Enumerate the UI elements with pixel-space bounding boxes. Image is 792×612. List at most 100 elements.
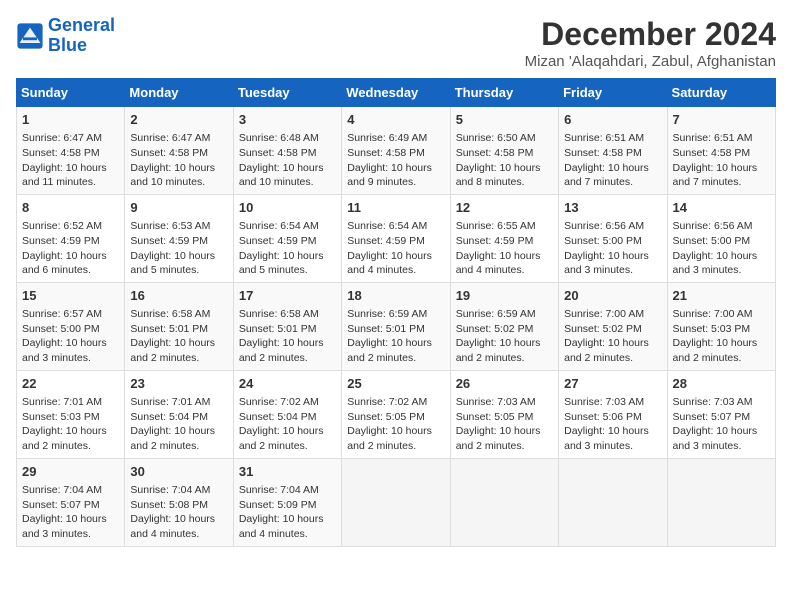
logo-text: General Blue [48,16,115,56]
day-content: Sunrise: 6:47 AMSunset: 4:58 PMDaylight:… [130,131,227,190]
calendar-title: December 2024 [525,16,776,53]
calendar-day-30: 30Sunrise: 7:04 AMSunset: 5:08 PMDayligh… [125,458,233,546]
calendar-day-5: 5 Sunrise: 6:50 AMSunset: 4:58 PMDaylight… [450,107,558,195]
day-number: 2 [130,111,227,129]
day-number: 12 [456,199,553,217]
calendar-day-12: 12Sunrise: 6:55 AMSunset: 4:59 PMDayligh… [450,194,558,282]
day-number: 5 [456,111,553,129]
calendar-day-3: 3 Sunrise: 6:48 AMSunset: 4:58 PMDaylight… [233,107,341,195]
calendar-day-2: 2 Sunrise: 6:47 AMSunset: 4:58 PMDaylight… [125,107,233,195]
weekday-header-monday: Monday [125,79,233,107]
day-content: Sunrise: 6:57 AMSunset: 5:00 PMDaylight:… [22,307,119,366]
day-content: Sunrise: 6:54 AMSunset: 4:59 PMDaylight:… [239,219,336,278]
calendar-day-25: 25 Sunrise: 7:02 AMSunset: 5:05 PMDayligh… [342,370,450,458]
title-block: December 2024 Mizan 'Alaqahdari, Zabul, … [525,16,776,70]
calendar-week-1: 1 Sunrise: 6:47 AMSunset: 4:58 PMDaylight… [17,107,776,195]
calendar-day-14: 14 Sunrise: 6:56 AMSunset: 5:00 PMDayligh… [667,194,775,282]
day-number: 31 [239,463,336,481]
day-content: Sunrise: 7:03 AMSunset: 5:05 PMDaylight:… [456,395,553,454]
empty-cell [342,458,450,546]
day-number: 11 [347,199,444,217]
calendar-day-18: 18 Sunrise: 6:59 AMSunset: 5:01 PMDayligh… [342,282,450,370]
day-content: Sunrise: 6:54 AMSunset: 4:59 PMDaylight:… [347,219,444,278]
day-number: 21 [673,287,770,305]
day-content: Sunrise: 6:53 AMSunset: 4:59 PMDaylight:… [130,219,227,278]
day-number: 19 [456,287,553,305]
day-number: 29 [22,463,119,481]
day-content: Sunrise: 7:01 AMSunset: 5:04 PMDaylight:… [130,395,227,454]
day-number: 28 [673,375,770,393]
day-content: Sunrise: 7:01 AMSunset: 5:03 PMDaylight:… [22,395,119,454]
empty-cell [559,458,667,546]
logo-icon [16,22,44,50]
day-content: Sunrise: 6:51 AMSunset: 4:58 PMDaylight:… [673,131,770,190]
weekday-header-row: SundayMondayTuesdayWednesdayThursdayFrid… [17,79,776,107]
day-number: 13 [564,199,661,217]
day-content: Sunrise: 6:58 AMSunset: 5:01 PMDaylight:… [239,307,336,366]
calendar-day-4: 4 Sunrise: 6:49 AMSunset: 4:58 PMDaylight… [342,107,450,195]
calendar-day-7: 7 Sunrise: 6:51 AMSunset: 4:58 PMDaylight… [667,107,775,195]
day-number: 20 [564,287,661,305]
calendar-day-17: 17 Sunrise: 6:58 AMSunset: 5:01 PMDayligh… [233,282,341,370]
calendar-day-1: 1Sunrise: 6:47 AMSunset: 4:58 PMDaylight… [17,107,125,195]
day-content: Sunrise: 7:03 AMSunset: 5:07 PMDaylight:… [673,395,770,454]
day-number: 26 [456,375,553,393]
calendar-day-24: 24Sunrise: 7:02 AMSunset: 5:04 PMDayligh… [233,370,341,458]
calendar-day-9: 9 Sunrise: 6:53 AMSunset: 4:59 PMDaylight… [125,194,233,282]
calendar-day-15: 15 Sunrise: 6:57 AMSunset: 5:00 PMDayligh… [17,282,125,370]
day-number: 8 [22,199,119,217]
day-number: 7 [673,111,770,129]
day-content: Sunrise: 6:58 AMSunset: 5:01 PMDaylight:… [130,307,227,366]
calendar-day-13: 13 Sunrise: 6:56 AMSunset: 5:00 PMDayligh… [559,194,667,282]
day-number: 14 [673,199,770,217]
weekday-header-sunday: Sunday [17,79,125,107]
weekday-header-thursday: Thursday [450,79,558,107]
day-content: Sunrise: 6:48 AMSunset: 4:58 PMDaylight:… [239,131,336,190]
day-number: 25 [347,375,444,393]
calendar-day-20: 20 Sunrise: 7:00 AMSunset: 5:02 PMDayligh… [559,282,667,370]
day-content: Sunrise: 6:52 AMSunset: 4:59 PMDaylight:… [22,219,119,278]
page-header: General Blue December 2024 Mizan 'Alaqah… [16,16,776,70]
day-content: Sunrise: 7:04 AMSunset: 5:07 PMDaylight:… [22,483,119,542]
day-content: Sunrise: 6:49 AMSunset: 4:58 PMDaylight:… [347,131,444,190]
day-number: 3 [239,111,336,129]
day-content: Sunrise: 7:00 AMSunset: 5:03 PMDaylight:… [673,307,770,366]
day-content: Sunrise: 6:59 AMSunset: 5:02 PMDaylight:… [456,307,553,366]
day-number: 27 [564,375,661,393]
day-content: Sunrise: 7:03 AMSunset: 5:06 PMDaylight:… [564,395,661,454]
calendar-week-4: 22 Sunrise: 7:01 AMSunset: 5:03 PMDayligh… [17,370,776,458]
calendar-day-16: 16Sunrise: 6:58 AMSunset: 5:01 PMDayligh… [125,282,233,370]
day-number: 4 [347,111,444,129]
day-content: Sunrise: 7:02 AMSunset: 5:05 PMDaylight:… [347,395,444,454]
weekday-header-tuesday: Tuesday [233,79,341,107]
calendar-day-23: 23Sunrise: 7:01 AMSunset: 5:04 PMDayligh… [125,370,233,458]
day-number: 1 [22,111,119,129]
empty-cell [450,458,558,546]
calendar-week-2: 8 Sunrise: 6:52 AMSunset: 4:59 PMDaylight… [17,194,776,282]
calendar-day-28: 28 Sunrise: 7:03 AMSunset: 5:07 PMDayligh… [667,370,775,458]
day-number: 22 [22,375,119,393]
day-number: 17 [239,287,336,305]
calendar-table: SundayMondayTuesdayWednesdayThursdayFrid… [16,78,776,547]
calendar-day-29: 29 Sunrise: 7:04 AMSunset: 5:07 PMDayligh… [17,458,125,546]
day-number: 6 [564,111,661,129]
calendar-day-26: 26 Sunrise: 7:03 AMSunset: 5:05 PMDayligh… [450,370,558,458]
calendar-week-5: 29 Sunrise: 7:04 AMSunset: 5:07 PMDayligh… [17,458,776,546]
calendar-day-6: 6 Sunrise: 6:51 AMSunset: 4:58 PMDaylight… [559,107,667,195]
day-content: Sunrise: 7:00 AMSunset: 5:02 PMDaylight:… [564,307,661,366]
day-number: 30 [130,463,227,481]
day-content: Sunrise: 6:56 AMSunset: 5:00 PMDaylight:… [673,219,770,278]
day-content: Sunrise: 6:59 AMSunset: 5:01 PMDaylight:… [347,307,444,366]
calendar-day-8: 8 Sunrise: 6:52 AMSunset: 4:59 PMDaylight… [17,194,125,282]
calendar-day-21: 21 Sunrise: 7:00 AMSunset: 5:03 PMDayligh… [667,282,775,370]
calendar-day-22: 22 Sunrise: 7:01 AMSunset: 5:03 PMDayligh… [17,370,125,458]
weekday-header-wednesday: Wednesday [342,79,450,107]
day-number: 15 [22,287,119,305]
calendar-day-19: 19 Sunrise: 6:59 AMSunset: 5:02 PMDayligh… [450,282,558,370]
day-content: Sunrise: 6:56 AMSunset: 5:00 PMDaylight:… [564,219,661,278]
day-number: 10 [239,199,336,217]
day-content: Sunrise: 6:51 AMSunset: 4:58 PMDaylight:… [564,131,661,190]
day-content: Sunrise: 6:50 AMSunset: 4:58 PMDaylight:… [456,131,553,190]
day-number: 18 [347,287,444,305]
day-number: 9 [130,199,227,217]
